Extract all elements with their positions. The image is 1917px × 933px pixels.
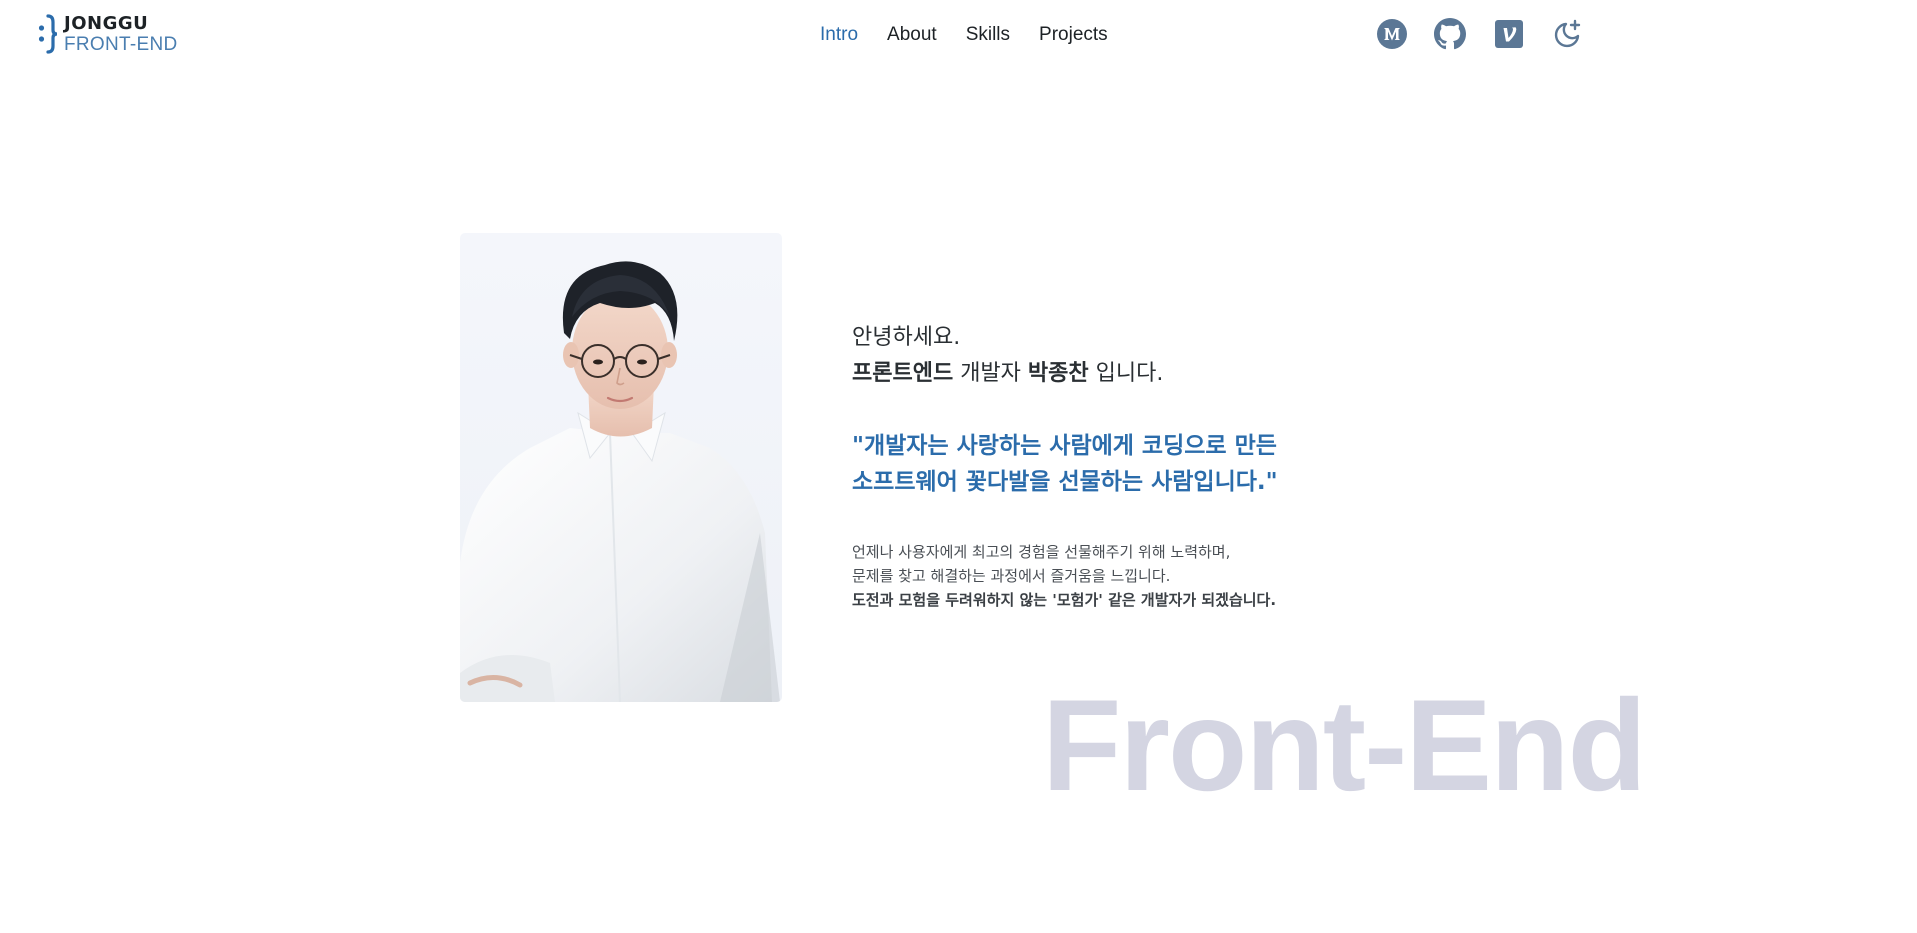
nav-item-projects[interactable]: Projects	[1039, 24, 1108, 46]
nav-item-skills[interactable]: Skills	[966, 24, 1010, 46]
motto-quote: "개발자는 사랑하는 사람에게 코딩으로 만든 소프트웨어 꽃다발을 선물하는 …	[852, 428, 1278, 500]
description-block: 언제나 사용자에게 최고의 경험을 선물해주기 위해 노력하며, 문제를 찾고 …	[852, 540, 1276, 612]
logo-text: JONGGU FRONT-END	[64, 12, 178, 55]
velog-link[interactable]	[1492, 17, 1526, 51]
medium-link[interactable]	[1375, 17, 1409, 51]
site-logo[interactable]: JONGGU FRONT-END	[38, 14, 178, 54]
dark-mode-toggle[interactable]	[1551, 17, 1585, 51]
dark-mode-icon	[1554, 19, 1581, 48]
velog-icon	[1495, 20, 1523, 48]
nav-item-about[interactable]: About	[887, 24, 937, 46]
profile-photo	[460, 233, 782, 702]
main-nav: Intro About Skills Projects	[820, 21, 1108, 49]
description-line-1: 언제나 사용자에게 최고의 경험을 선물해주기 위해 노력하며,	[852, 543, 1231, 561]
greeting-block: 안녕하세요. 프론트엔드 개발자 박종찬 입니다.	[852, 320, 1163, 392]
developer-name: 박종찬	[1027, 361, 1089, 386]
name-suffix: 입니다.	[1088, 361, 1164, 386]
quote-line-2: 소프트웨어 꽃다발을 선물하는 사람입니다."	[852, 469, 1278, 495]
quote-line-1: "개발자는 사랑하는 사람에게 코딩으로 만든	[852, 433, 1277, 459]
role-highlight: 프론트엔드	[852, 361, 954, 386]
github-link[interactable]	[1433, 17, 1467, 51]
medium-icon	[1377, 19, 1407, 49]
role-text: 개발자	[953, 361, 1028, 386]
logo-brace-icon	[38, 14, 58, 54]
logo-title: JONGGU	[64, 12, 149, 34]
greeting-text: 안녕하세요.	[852, 325, 961, 350]
description-line-2: 문제를 찾고 해결하는 과정에서 즐거움을 느낍니다.	[852, 567, 1171, 585]
site-header: JONGGU FRONT-END Intro About Skills Proj…	[0, 0, 1917, 70]
background-word: Front-End	[1042, 672, 1647, 818]
logo-subtitle: FRONT-END	[64, 33, 178, 55]
profile-portrait-image	[460, 261, 780, 702]
introduction-line: 프론트엔드 개발자 박종찬 입니다.	[852, 356, 1163, 392]
github-icon	[1434, 18, 1466, 50]
description-line-3: 도전과 모험을 두려워하지 않는 '모험가' 같은 개발자가 되겠습니다.	[852, 591, 1277, 609]
nav-item-intro[interactable]: Intro	[820, 24, 858, 46]
